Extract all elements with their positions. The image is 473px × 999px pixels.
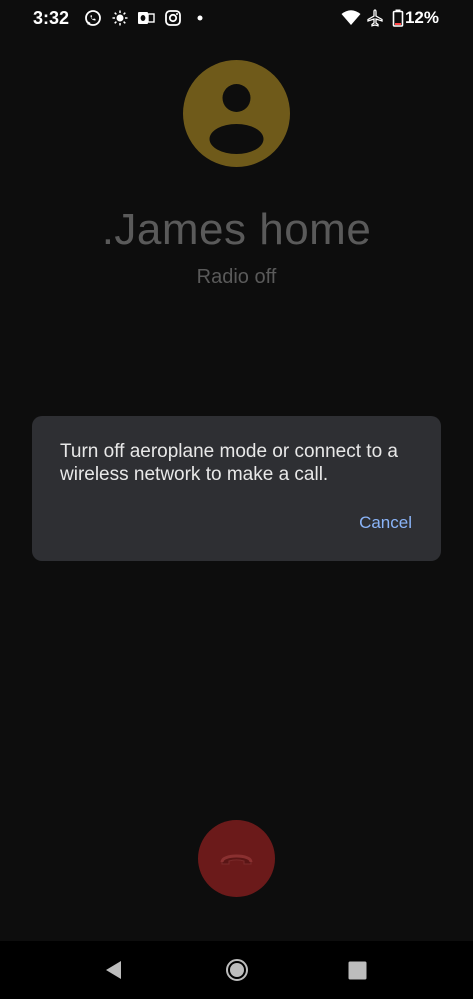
home-icon[interactable] <box>225 958 249 982</box>
airplane-mode-dialog: Turn off aeroplane mode or connect to a … <box>32 416 441 561</box>
battery-icon <box>392 9 404 27</box>
status-bar: 3:32 12% <box>0 0 473 38</box>
recents-icon[interactable] <box>348 961 367 980</box>
instagram-icon <box>165 10 181 26</box>
status-time: 3:32 <box>33 8 70 28</box>
contact-name: .James home <box>101 205 372 254</box>
person-icon <box>209 84 264 154</box>
avatar <box>183 60 290 167</box>
dialog-message: Turn off aeroplane mode or connect to a … <box>60 441 398 485</box>
more-dot-icon <box>197 15 203 21</box>
navigation-bar <box>0 941 473 999</box>
battery-percent: 12% <box>404 8 439 27</box>
call-status: Radio off <box>196 266 277 288</box>
outlook-icon <box>138 12 155 24</box>
phone-hangup-icon <box>220 854 253 865</box>
airplane-icon <box>367 9 383 27</box>
back-icon[interactable] <box>104 960 124 980</box>
wifi-icon <box>341 10 361 25</box>
brightness-icon <box>112 10 128 26</box>
whatsapp-icon <box>85 10 101 26</box>
cancel-button[interactable]: Cancel <box>359 513 412 533</box>
end-call-button[interactable] <box>198 820 275 897</box>
